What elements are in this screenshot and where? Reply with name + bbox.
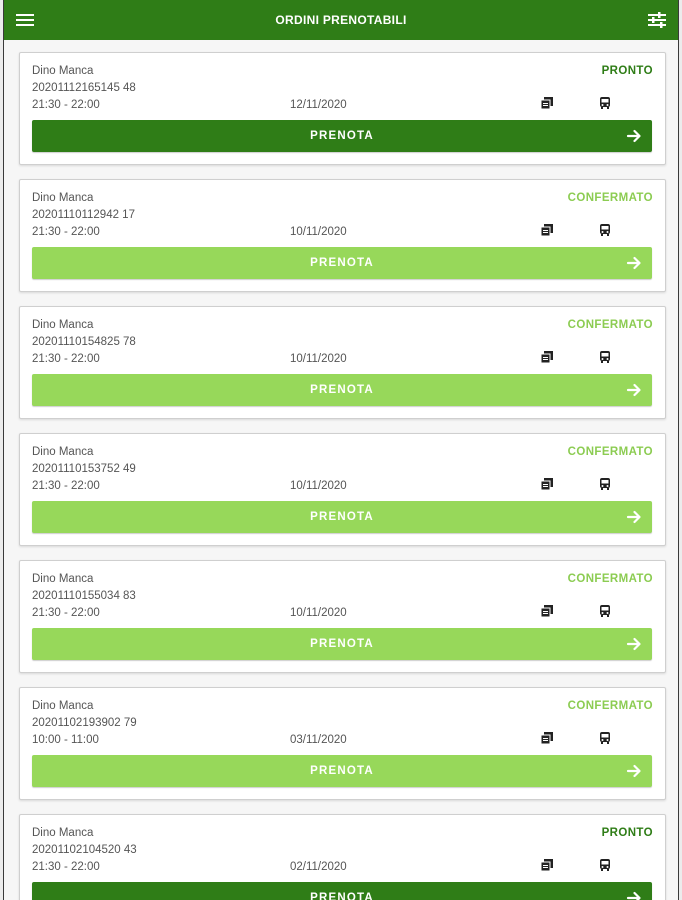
customer-name: Dino Manca [32, 827, 94, 839]
prenota-label: PRENOTA [310, 130, 374, 142]
order-date: 12/11/2020 [290, 99, 347, 111]
arrow-right-icon [626, 763, 642, 779]
arrow-right-icon [626, 128, 642, 144]
status-badge: PRONTO [601, 65, 653, 77]
prenota-label: PRENOTA [310, 892, 374, 900]
copy-icon [540, 477, 554, 491]
copy-icon [540, 604, 554, 618]
prenota-label: PRENOTA [310, 257, 374, 269]
status-badge: CONFERMATO [567, 700, 653, 712]
order-code: 20201102104520 43 [32, 844, 137, 856]
customer-name: Dino Manca [32, 573, 94, 585]
copy-icon [540, 731, 554, 745]
filter-sliders-icon[interactable] [646, 10, 668, 30]
order-code: 20201112165145 48 [32, 82, 136, 94]
order-date: 10/11/2020 [290, 353, 347, 365]
arrow-right-icon [626, 636, 642, 652]
prenota-button[interactable]: PRENOTA [32, 628, 652, 660]
menu-icon[interactable] [14, 10, 36, 30]
order-card: Dino Manca 20201110155034 83 21:30 - 22:00… [19, 560, 666, 673]
status-badge: CONFERMATO [567, 192, 653, 204]
time-slot: 21:30 - 22:00 [32, 226, 100, 238]
time-slot: 21:30 - 22:00 [32, 99, 100, 111]
bus-icon [598, 604, 612, 618]
prenota-button[interactable]: PRENOTA [32, 120, 652, 152]
order-date: 10/11/2020 [290, 226, 347, 238]
status-badge: PRONTO [601, 827, 653, 839]
prenota-label: PRENOTA [310, 384, 374, 396]
order-code: 20201110112942 17 [32, 209, 135, 221]
order-code: 20201102193902 79 [32, 717, 137, 729]
arrow-right-icon [626, 890, 642, 900]
bus-icon [598, 858, 612, 872]
order-card: Dino Manca 20201110153752 49 21:30 - 22:00… [19, 433, 666, 546]
bus-icon [598, 350, 612, 364]
order-date: 03/11/2020 [290, 734, 347, 746]
prenota-button[interactable]: PRENOTA [32, 247, 652, 279]
prenota-label: PRENOTA [310, 765, 374, 777]
order-code: 20201110154825 78 [32, 336, 136, 348]
order-card: Dino Manca 20201112165145 48 21:30 - 22:00… [19, 52, 666, 165]
status-badge: CONFERMATO [567, 573, 653, 585]
top-app-bar: ORDINI PRENOTABILI [4, 0, 678, 40]
copy-icon [540, 858, 554, 872]
time-slot: 10:00 - 11:00 [32, 734, 99, 746]
order-code: 20201110153752 49 [32, 463, 136, 475]
prenota-label: PRENOTA [310, 511, 374, 523]
bus-icon [598, 477, 612, 491]
copy-icon [540, 350, 554, 364]
customer-name: Dino Manca [32, 700, 94, 712]
customer-name: Dino Manca [32, 446, 94, 458]
bus-icon [598, 731, 612, 745]
app-frame: ORDINI PRENOTABILI Dino Manca 20201112165… [3, 0, 679, 900]
prenota-label: PRENOTA [310, 638, 374, 650]
order-date: 02/11/2020 [290, 861, 347, 873]
status-badge: CONFERMATO [567, 446, 653, 458]
customer-name: Dino Manca [32, 319, 94, 331]
customer-name: Dino Manca [32, 192, 94, 204]
prenota-button[interactable]: PRENOTA [32, 755, 652, 787]
prenota-button[interactable]: PRENOTA [32, 374, 652, 406]
time-slot: 21:30 - 22:00 [32, 861, 100, 873]
bus-icon [598, 223, 612, 237]
order-date: 10/11/2020 [290, 480, 347, 492]
prenota-button[interactable]: PRENOTA [32, 501, 652, 533]
order-date: 10/11/2020 [290, 607, 347, 619]
copy-icon [540, 96, 554, 110]
order-code: 20201110155034 83 [32, 590, 136, 602]
order-card: Dino Manca 20201102104520 43 21:30 - 22:00… [19, 814, 666, 900]
order-card: Dino Manca 20201110154825 78 21:30 - 22:00… [19, 306, 666, 419]
time-slot: 21:30 - 22:00 [32, 353, 100, 365]
time-slot: 21:30 - 22:00 [32, 480, 100, 492]
bus-icon [598, 96, 612, 110]
prenota-button[interactable]: PRENOTA [32, 882, 652, 900]
order-card: Dino Manca 20201110112942 17 21:30 - 22:00… [19, 179, 666, 292]
arrow-right-icon [626, 255, 642, 271]
customer-name: Dino Manca [32, 65, 94, 77]
arrow-right-icon [626, 509, 642, 525]
copy-icon [540, 223, 554, 237]
order-card: Dino Manca 20201102193902 79 10:00 - 11:00… [19, 687, 666, 800]
arrow-right-icon [626, 382, 642, 398]
time-slot: 21:30 - 22:00 [32, 607, 100, 619]
page-title: ORDINI PRENOTABILI [275, 13, 407, 27]
status-badge: CONFERMATO [567, 319, 653, 331]
